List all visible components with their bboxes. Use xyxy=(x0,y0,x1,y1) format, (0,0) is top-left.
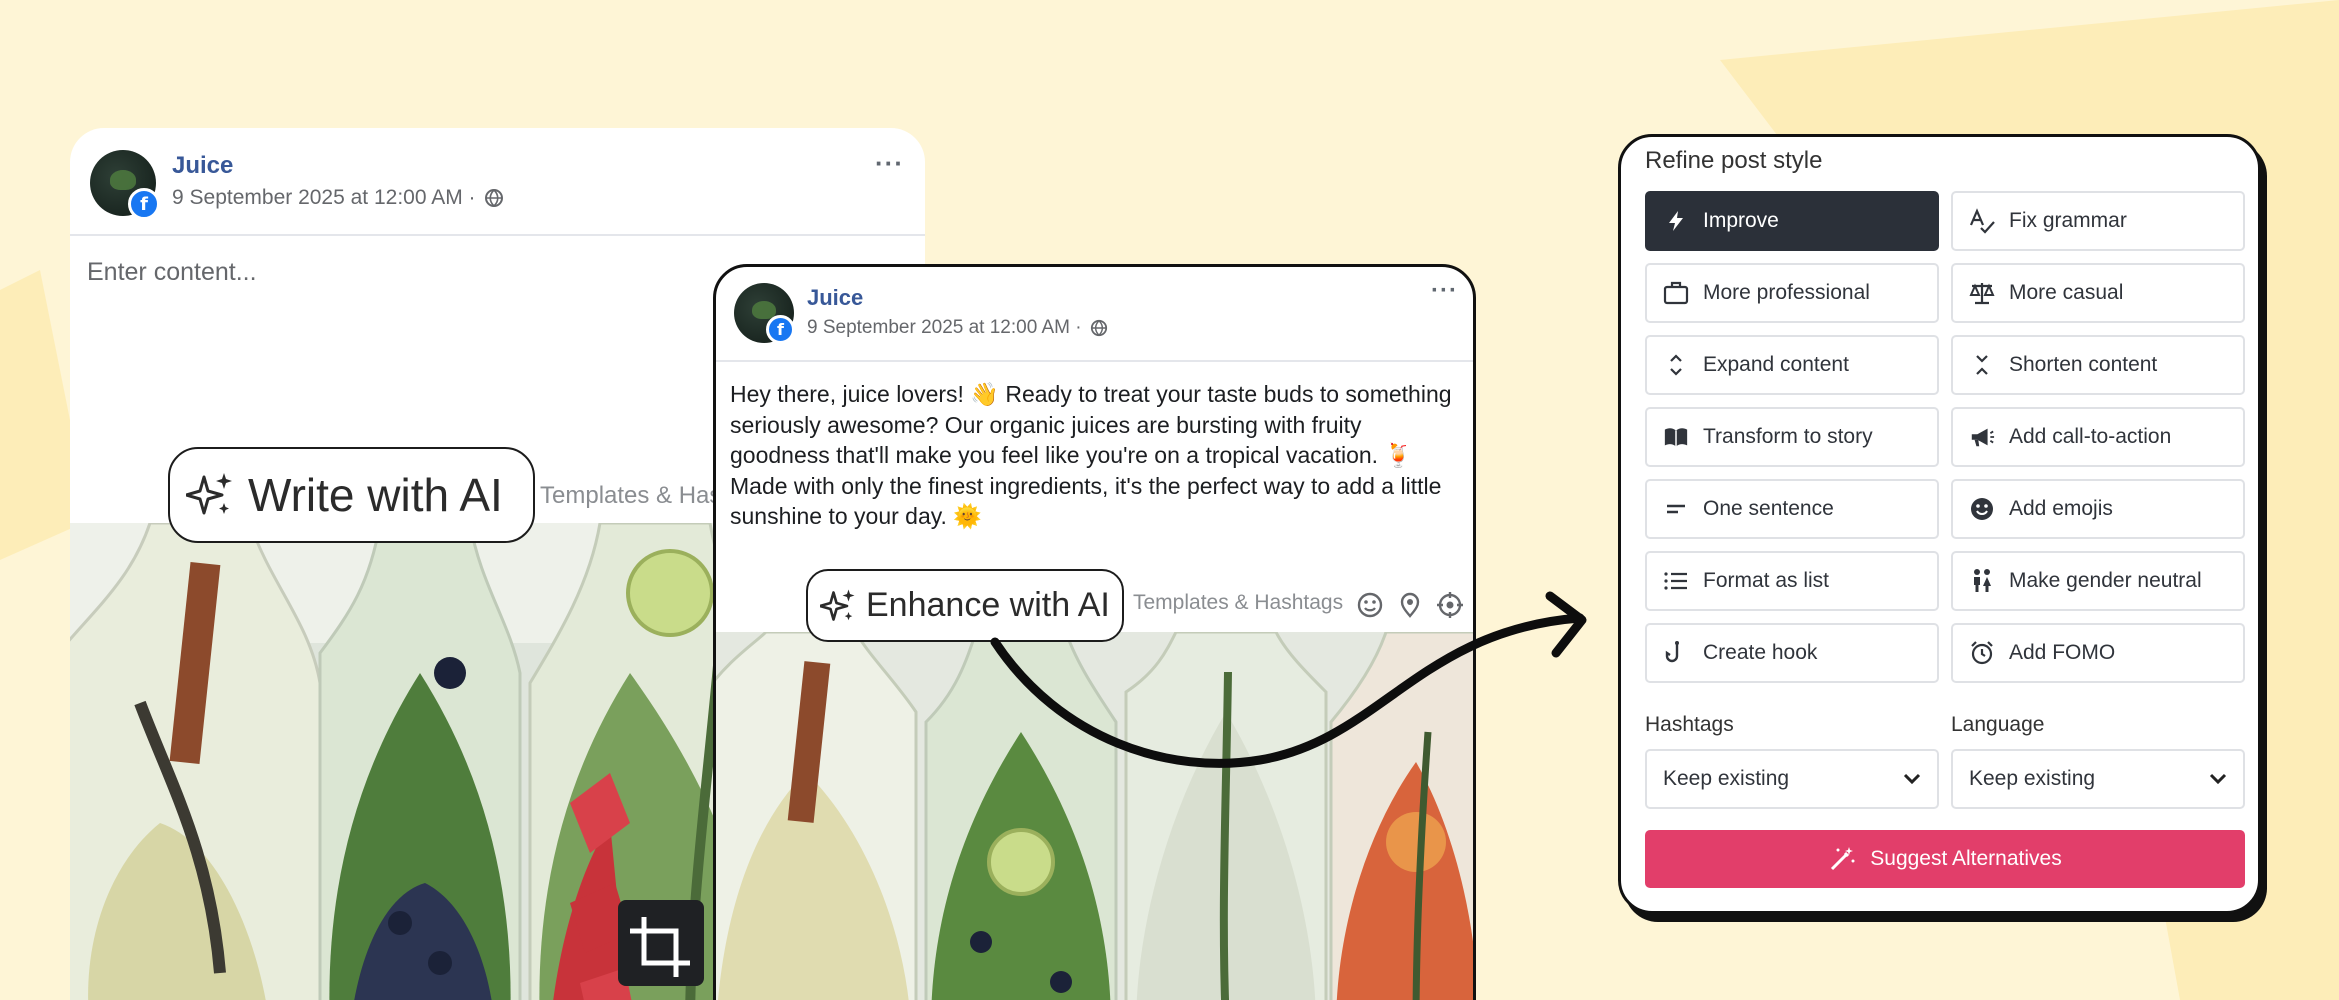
globe-icon xyxy=(484,189,503,207)
book-icon xyxy=(1663,424,1689,450)
option-label: Make gender neutral xyxy=(2009,569,2202,592)
emoji-icon[interactable] xyxy=(1356,591,1384,619)
sparkles-icon xyxy=(186,473,232,515)
hashtags-label: Hashtags xyxy=(1645,713,1734,736)
hashtags-select[interactable]: Keep existing xyxy=(1645,749,1939,809)
write-with-ai-button[interactable]: Write with AI xyxy=(168,447,535,543)
content-input[interactable]: Enter content... xyxy=(87,258,257,287)
option-create-hook[interactable]: Create hook xyxy=(1645,623,1939,683)
option-label: Format as list xyxy=(1703,569,1830,592)
templates-hashtags-link[interactable]: Templates & Hashtags xyxy=(540,482,715,510)
language-label: Language xyxy=(1951,713,2045,736)
location-pin-icon[interactable] xyxy=(1396,591,1424,619)
option-improve[interactable]: Improve xyxy=(1645,191,1939,251)
option-add-fomo[interactable]: Add FOMO xyxy=(1951,623,2245,683)
option-label: Improve xyxy=(1703,209,1779,232)
short-lines-icon xyxy=(1663,496,1689,522)
spellcheck-icon xyxy=(1969,208,1995,234)
option-label: Create hook xyxy=(1703,641,1818,664)
write-with-ai-label: Write with AI xyxy=(248,469,503,521)
option-fix-grammar[interactable]: Fix grammar xyxy=(1951,191,2245,251)
more-options-icon[interactable]: ··· xyxy=(875,148,904,179)
expand-icon xyxy=(1663,352,1689,378)
post-body-text[interactable]: Hey there, juice lovers! 👋 Ready to trea… xyxy=(730,379,1465,532)
hook-icon xyxy=(1663,640,1689,666)
target-icon[interactable] xyxy=(1436,591,1464,619)
refine-post-style-panel: Refine post style Improve Fix grammar Mo… xyxy=(1618,134,2261,914)
templates-hashtags-link[interactable]: Templates & Hashtags xyxy=(1133,591,1343,615)
option-add-call-to-action[interactable]: Add call-to-action xyxy=(1951,407,2245,467)
header-divider xyxy=(70,234,925,236)
post-meta: 9 September 2025 at 12:00 AM · xyxy=(807,317,1108,339)
smiley-icon xyxy=(1969,496,1995,522)
option-label: Expand content xyxy=(1703,353,1849,376)
facebook-icon: f xyxy=(128,188,160,220)
option-label: Fix grammar xyxy=(2009,209,2127,232)
option-label: More casual xyxy=(2009,281,2124,304)
option-label: Add call-to-action xyxy=(2009,425,2172,448)
chevron-down-icon xyxy=(2209,773,2227,785)
language-value: Keep existing xyxy=(1969,767,2096,790)
option-expand-content[interactable]: Expand content xyxy=(1645,335,1939,395)
magic-wand-icon xyxy=(1831,847,1855,871)
option-shorten-content[interactable]: Shorten content xyxy=(1951,335,2245,395)
suggest-alternatives-label: Suggest Alternatives xyxy=(1870,847,2062,870)
enhance-with-ai-button[interactable]: Enhance with AI xyxy=(806,569,1124,642)
option-more-professional[interactable]: More professional xyxy=(1645,263,1939,323)
hashtags-value: Keep existing xyxy=(1663,767,1790,790)
option-label: Add emojis xyxy=(2009,497,2113,520)
option-make-gender-neutral[interactable]: Make gender neutral xyxy=(1951,551,2245,611)
post-timestamp: 9 September 2025 at 12:00 AM · xyxy=(807,317,1082,338)
option-label: Transform to story xyxy=(1703,425,1873,448)
list-icon xyxy=(1663,568,1689,594)
suggest-alternatives-button[interactable]: Suggest Alternatives xyxy=(1645,830,2245,888)
panel-title: Refine post style xyxy=(1645,147,1823,174)
alarm-clock-icon xyxy=(1969,640,1995,666)
post-meta: 9 September 2025 at 12:00 AM · xyxy=(172,186,504,210)
header-divider xyxy=(716,360,1473,362)
facebook-icon: f xyxy=(766,315,795,344)
scales-icon xyxy=(1969,280,1995,306)
option-add-emojis[interactable]: Add emojis xyxy=(1951,479,2245,539)
sparkles-icon xyxy=(820,589,855,621)
more-options-icon[interactable]: ··· xyxy=(1431,277,1458,305)
chevron-down-icon xyxy=(1903,773,1921,785)
option-label: One sentence xyxy=(1703,497,1834,520)
option-more-casual[interactable]: More casual xyxy=(1951,263,2245,323)
option-transform-to-story[interactable]: Transform to story xyxy=(1645,407,1939,467)
enhance-with-ai-label: Enhance with AI xyxy=(866,586,1110,624)
page-name[interactable]: Juice xyxy=(807,285,863,311)
post-photo xyxy=(716,632,1473,1000)
option-label: Shorten content xyxy=(2009,353,2158,376)
option-one-sentence[interactable]: One sentence xyxy=(1645,479,1939,539)
language-select[interactable]: Keep existing xyxy=(1951,749,2245,809)
people-icon xyxy=(1969,568,1995,594)
globe-icon xyxy=(1090,319,1107,337)
option-format-as-list[interactable]: Format as list xyxy=(1645,551,1939,611)
collapse-icon xyxy=(1969,352,1995,378)
option-label: More professional xyxy=(1703,281,1870,304)
lightning-icon xyxy=(1663,208,1689,234)
page-name[interactable]: Juice xyxy=(172,152,233,180)
post-timestamp: 9 September 2025 at 12:00 AM · xyxy=(172,186,476,209)
composer-toolbar xyxy=(1356,591,1464,619)
option-label: Add FOMO xyxy=(2009,641,2116,664)
briefcase-icon xyxy=(1663,280,1689,306)
megaphone-icon xyxy=(1969,424,1995,450)
